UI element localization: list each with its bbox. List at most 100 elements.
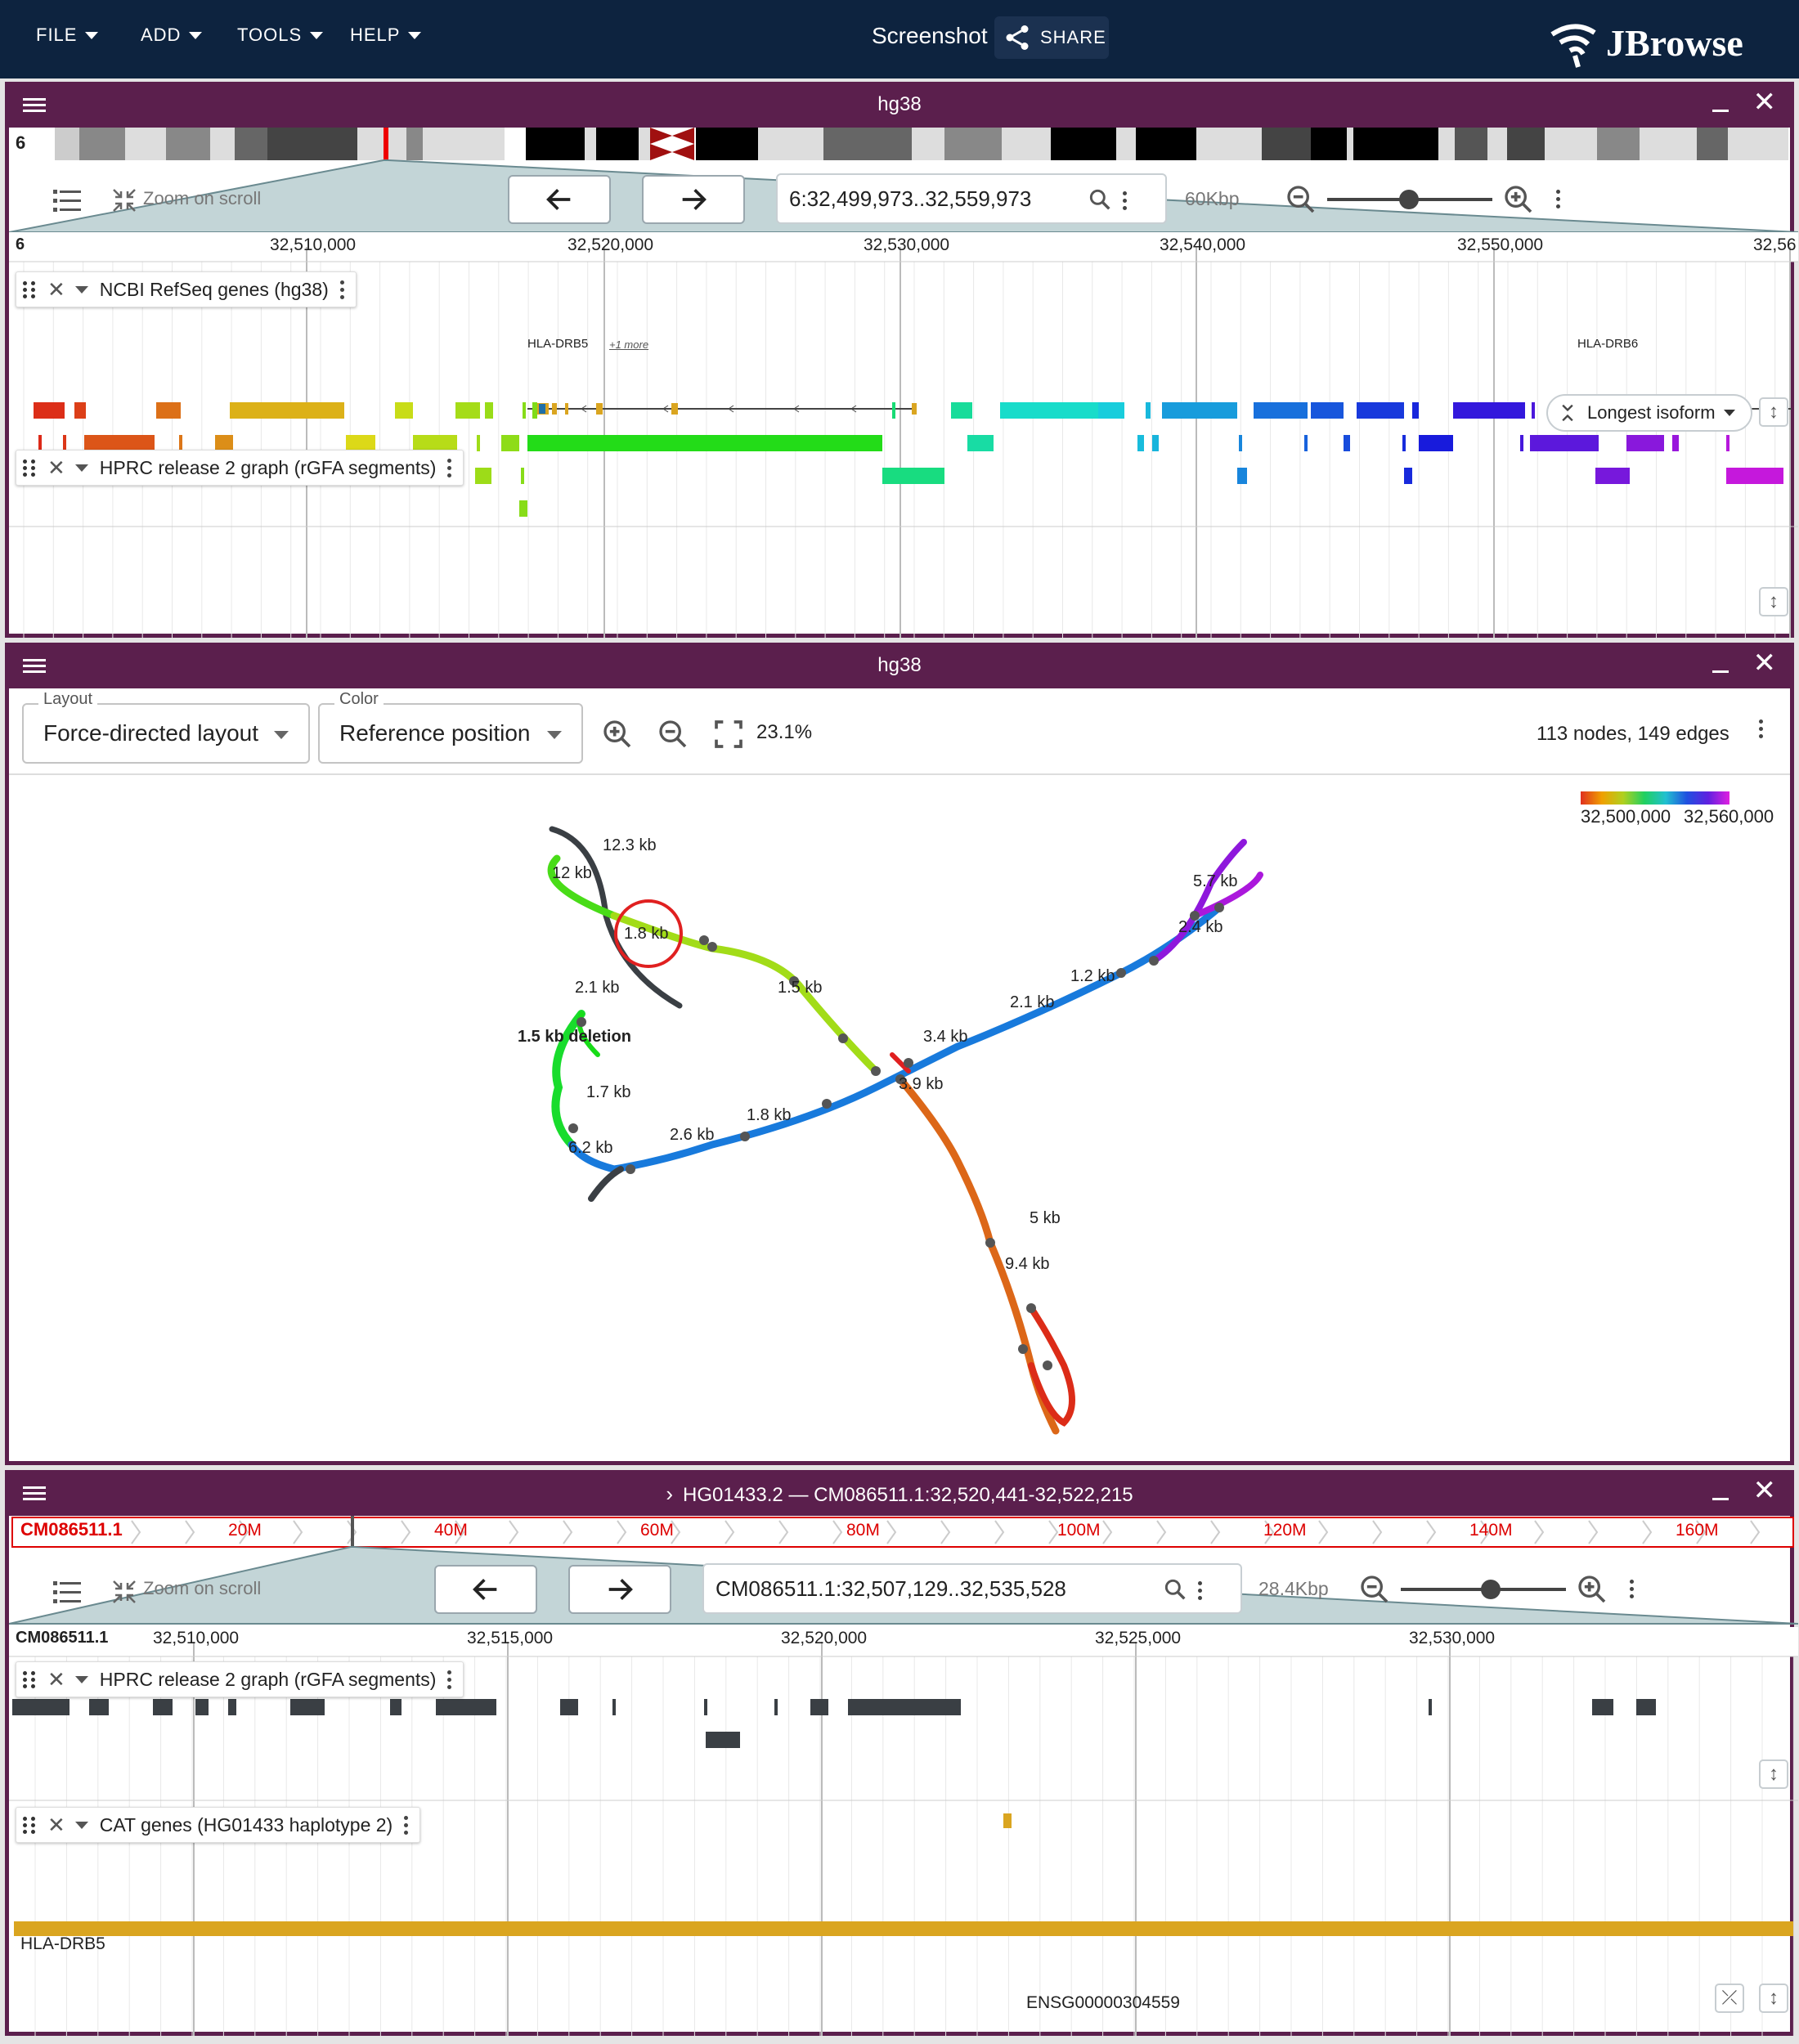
ideogram-band	[1640, 128, 1697, 160]
ruler-tick-label: 32,56	[1753, 235, 1797, 254]
gene-feature-hla-drb5	[14, 1921, 1793, 1936]
layout-select[interactable]: Layout Force-directed layout	[22, 690, 310, 764]
chevron-down-icon[interactable]	[74, 285, 88, 294]
minimize-icon[interactable]	[1712, 1498, 1729, 1500]
zoom-out-icon[interactable]	[657, 718, 689, 751]
close-icon[interactable]: ✕	[1753, 649, 1777, 677]
zoom-on-scroll-label[interactable]: Zoom on scroll	[143, 188, 261, 209]
pan-left-button[interactable]	[508, 175, 611, 224]
track-menu-icon[interactable]	[339, 280, 344, 299]
graph-segment	[1726, 435, 1729, 451]
minimize-icon[interactable]	[1712, 110, 1729, 112]
view-options-icon[interactable]	[1556, 190, 1560, 208]
close-track-icon[interactable]: ✕	[47, 457, 65, 478]
location-input-value[interactable]: CM086511.1:32,507,129..32,535,528	[716, 1576, 1066, 1602]
track-menu-icon[interactable]	[447, 458, 452, 477]
help-menu[interactable]: HELP	[350, 25, 422, 46]
graph-segment	[195, 1699, 209, 1715]
drag-handle-icon[interactable]	[23, 459, 36, 477]
session-name[interactable]: Screenshot	[872, 23, 988, 49]
zoom-in-icon[interactable]	[1576, 1573, 1608, 1606]
close-track-icon[interactable]: ✕	[47, 1669, 65, 1690]
zoom-slider-thumb[interactable]	[1481, 1580, 1501, 1599]
drag-handle-icon[interactable]	[23, 280, 36, 298]
zoom-out-icon[interactable]	[1285, 183, 1317, 216]
graph-segment	[1532, 402, 1535, 419]
track-selector-icon[interactable]	[52, 1576, 84, 1609]
track-menu-icon[interactable]	[404, 1815, 409, 1835]
pangenome-graph-canvas[interactable]: 12.3 kb 12 kb 1.8 kb 2.1 kb 1.5 kb deletion 1…	[9, 777, 1790, 1465]
collapse-track-button[interactable]: ⤫	[1715, 1983, 1744, 2013]
track-selector-icon[interactable]	[52, 185, 84, 217]
resize-track-button[interactable]: ↕	[1759, 397, 1788, 427]
zoom-on-scroll-icon[interactable]	[110, 186, 138, 214]
graph-segment	[63, 435, 66, 451]
ideogram-band	[1438, 128, 1455, 160]
fit-to-screen-icon[interactable]	[712, 718, 745, 751]
share-button[interactable]: SHARE	[994, 16, 1109, 59]
graph-edge-label: 1.5 kb deletion	[518, 1028, 631, 1046]
graph-edge-label: 2.1 kb	[575, 979, 619, 997]
arrow-right-icon	[608, 1579, 633, 1600]
zoom-on-scroll-label[interactable]: Zoom on scroll	[143, 1578, 261, 1599]
color-select[interactable]: Color Reference position	[318, 690, 583, 764]
zoom-in-icon[interactable]	[1502, 183, 1535, 216]
ideogram-band	[639, 128, 650, 160]
ruler-tick-label: 32,530,000	[864, 235, 950, 254]
close-track-icon[interactable]: ✕	[47, 1814, 65, 1836]
track-label-hprc-graph[interactable]: ✕ HPRC release 2 graph (rGFA segments)	[16, 450, 464, 486]
graph-node	[822, 1099, 832, 1109]
chevron-down-icon[interactable]	[74, 464, 88, 472]
search-icon[interactable]	[1162, 1576, 1188, 1602]
location-search-box[interactable]: CM086511.1:32,507,129..32,535,528	[702, 1563, 1242, 1614]
zoom-slider-thumb[interactable]	[1399, 190, 1419, 209]
location-input-value[interactable]: 6:32,499,973..32,559,973	[789, 186, 1031, 212]
chevron-down-icon	[1723, 410, 1735, 416]
chevron-down-icon[interactable]	[74, 1821, 88, 1829]
pan-right-button[interactable]	[568, 1565, 671, 1614]
drag-handle-icon[interactable]	[23, 1670, 36, 1688]
share-label: SHARE	[1040, 27, 1106, 47]
chevron-right-icon[interactable]: ›	[666, 1481, 673, 1506]
tools-menu[interactable]: TOOLS	[237, 25, 324, 46]
file-menu[interactable]: FILE	[36, 25, 99, 46]
pan-left-button[interactable]	[434, 1565, 537, 1614]
graph-segment	[810, 1699, 828, 1715]
ruler-tick-label: 32,510,000	[153, 1629, 240, 1647]
resize-track-button[interactable]: ↕	[1759, 1759, 1788, 1789]
isoform-select-button[interactable]: Longest isoform	[1546, 394, 1752, 432]
track-menu-icon[interactable]	[447, 1670, 452, 1689]
zoom-on-scroll-icon[interactable]	[110, 1578, 138, 1606]
graph-node	[576, 1017, 586, 1027]
track-label-hprc-graph[interactable]: ✕ HPRC release 2 graph (rGFA segments)	[16, 1661, 464, 1697]
search-icon[interactable]	[1087, 186, 1113, 213]
graph-segment	[1626, 435, 1664, 451]
track-label-refseq-genes[interactable]: ✕ NCBI RefSeq genes (hg38)	[16, 271, 357, 307]
pan-right-button[interactable]	[642, 175, 745, 224]
overview-tick-label: 140M	[1469, 1521, 1513, 1540]
divider	[9, 773, 1790, 775]
graph-edge-label: 1.2 kb	[1070, 967, 1115, 985]
add-menu[interactable]: ADD	[141, 25, 203, 46]
zoom-out-icon[interactable]	[1358, 1573, 1391, 1606]
minimize-icon[interactable]	[1712, 670, 1729, 673]
graph-segment	[84, 435, 155, 451]
location-options-icon[interactable]	[1123, 191, 1127, 210]
graph-segment	[215, 435, 233, 451]
location-options-icon[interactable]	[1198, 1581, 1202, 1600]
chevron-down-icon[interactable]	[74, 1675, 88, 1683]
close-icon[interactable]: ✕	[1753, 88, 1777, 116]
drag-handle-icon[interactable]	[23, 1816, 36, 1834]
more-genes-link[interactable]: +1 more	[609, 338, 648, 351]
close-track-icon[interactable]: ✕	[47, 279, 65, 300]
overview-tick-label: 60M	[640, 1521, 674, 1540]
location-search-box[interactable]: 6:32,499,973..32,559,973	[776, 173, 1167, 224]
graph-options-icon[interactable]	[1759, 719, 1763, 738]
resize-track-button[interactable]: ↕	[1759, 587, 1788, 616]
view-options-icon[interactable]	[1630, 1580, 1634, 1598]
track-label-cat-genes[interactable]: ✕ CAT genes (HG01433 haplotype 2)	[16, 1807, 421, 1843]
graph-segment	[1419, 435, 1453, 451]
resize-track-button[interactable]: ↕	[1759, 1983, 1788, 2013]
close-icon[interactable]: ✕	[1753, 1477, 1777, 1504]
zoom-in-icon[interactable]	[601, 718, 634, 751]
